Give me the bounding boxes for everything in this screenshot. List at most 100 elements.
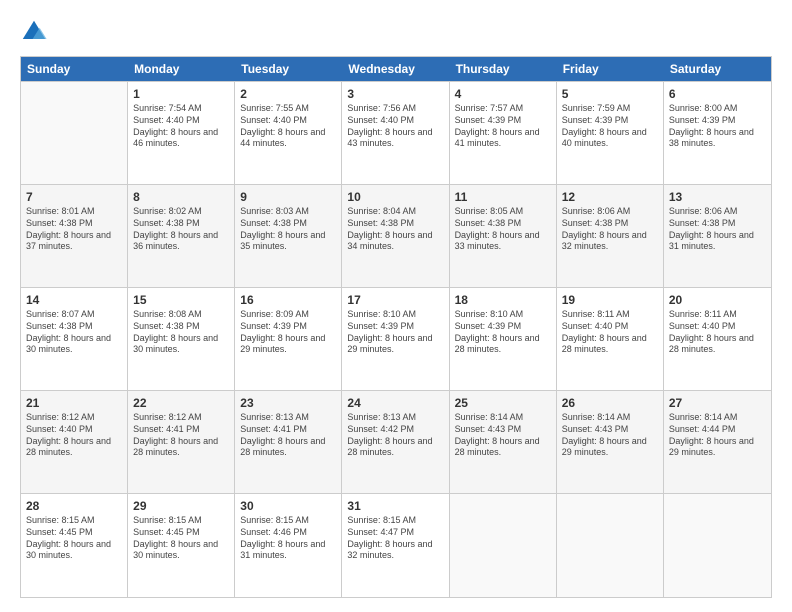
cell-day-number: 9: [240, 189, 336, 205]
calendar-cell-13: 13Sunrise: 8:06 AM Sunset: 4:38 PM Dayli…: [664, 185, 771, 287]
cell-day-number: 28: [26, 498, 122, 514]
cell-day-number: 31: [347, 498, 443, 514]
cell-day-number: 10: [347, 189, 443, 205]
cell-day-number: 21: [26, 395, 122, 411]
cell-day-number: 22: [133, 395, 229, 411]
cell-day-number: 4: [455, 86, 551, 102]
cell-day-number: 12: [562, 189, 658, 205]
cell-day-number: 19: [562, 292, 658, 308]
cell-day-number: 7: [26, 189, 122, 205]
calendar-body: 1Sunrise: 7:54 AM Sunset: 4:40 PM Daylig…: [21, 81, 771, 597]
cell-info: Sunrise: 8:00 AM Sunset: 4:39 PM Dayligh…: [669, 103, 766, 150]
cell-info: Sunrise: 8:12 AM Sunset: 4:41 PM Dayligh…: [133, 412, 229, 459]
cell-info: Sunrise: 8:12 AM Sunset: 4:40 PM Dayligh…: [26, 412, 122, 459]
calendar-cell-6: 6Sunrise: 8:00 AM Sunset: 4:39 PM Daylig…: [664, 82, 771, 184]
calendar-row-4: 28Sunrise: 8:15 AM Sunset: 4:45 PM Dayli…: [21, 494, 771, 597]
cell-day-number: 29: [133, 498, 229, 514]
calendar-cell-30: 30Sunrise: 8:15 AM Sunset: 4:46 PM Dayli…: [235, 494, 342, 597]
calendar-cell-7: 7Sunrise: 8:01 AM Sunset: 4:38 PM Daylig…: [21, 185, 128, 287]
cell-info: Sunrise: 8:07 AM Sunset: 4:38 PM Dayligh…: [26, 309, 122, 356]
calendar-cell-14: 14Sunrise: 8:07 AM Sunset: 4:38 PM Dayli…: [21, 288, 128, 390]
calendar-cell-3: 3Sunrise: 7:56 AM Sunset: 4:40 PM Daylig…: [342, 82, 449, 184]
calendar-cell-5: 5Sunrise: 7:59 AM Sunset: 4:39 PM Daylig…: [557, 82, 664, 184]
calendar-cell-16: 16Sunrise: 8:09 AM Sunset: 4:39 PM Dayli…: [235, 288, 342, 390]
cell-info: Sunrise: 7:57 AM Sunset: 4:39 PM Dayligh…: [455, 103, 551, 150]
cell-day-number: 16: [240, 292, 336, 308]
cell-day-number: 2: [240, 86, 336, 102]
cell-day-number: 15: [133, 292, 229, 308]
calendar-cell-23: 23Sunrise: 8:13 AM Sunset: 4:41 PM Dayli…: [235, 391, 342, 493]
cell-day-number: 13: [669, 189, 766, 205]
cell-info: Sunrise: 8:13 AM Sunset: 4:42 PM Dayligh…: [347, 412, 443, 459]
cell-info: Sunrise: 8:03 AM Sunset: 4:38 PM Dayligh…: [240, 206, 336, 253]
cell-info: Sunrise: 8:08 AM Sunset: 4:38 PM Dayligh…: [133, 309, 229, 356]
calendar-cell-28: 28Sunrise: 8:15 AM Sunset: 4:45 PM Dayli…: [21, 494, 128, 597]
cell-info: Sunrise: 8:11 AM Sunset: 4:40 PM Dayligh…: [562, 309, 658, 356]
cell-day-number: 11: [455, 189, 551, 205]
cell-info: Sunrise: 8:14 AM Sunset: 4:43 PM Dayligh…: [562, 412, 658, 459]
cell-day-number: 30: [240, 498, 336, 514]
cell-info: Sunrise: 8:11 AM Sunset: 4:40 PM Dayligh…: [669, 309, 766, 356]
cell-day-number: 6: [669, 86, 766, 102]
cell-info: Sunrise: 8:10 AM Sunset: 4:39 PM Dayligh…: [347, 309, 443, 356]
cell-day-number: 5: [562, 86, 658, 102]
calendar-cell-21: 21Sunrise: 8:12 AM Sunset: 4:40 PM Dayli…: [21, 391, 128, 493]
cell-info: Sunrise: 8:15 AM Sunset: 4:46 PM Dayligh…: [240, 515, 336, 562]
cell-info: Sunrise: 8:06 AM Sunset: 4:38 PM Dayligh…: [669, 206, 766, 253]
calendar-cell-24: 24Sunrise: 8:13 AM Sunset: 4:42 PM Dayli…: [342, 391, 449, 493]
page: SundayMondayTuesdayWednesdayThursdayFrid…: [0, 0, 792, 612]
cell-info: Sunrise: 8:01 AM Sunset: 4:38 PM Dayligh…: [26, 206, 122, 253]
cell-day-number: 17: [347, 292, 443, 308]
cell-day-number: 1: [133, 86, 229, 102]
cell-info: Sunrise: 8:04 AM Sunset: 4:38 PM Dayligh…: [347, 206, 443, 253]
cell-info: Sunrise: 7:54 AM Sunset: 4:40 PM Dayligh…: [133, 103, 229, 150]
calendar-cell-12: 12Sunrise: 8:06 AM Sunset: 4:38 PM Dayli…: [557, 185, 664, 287]
calendar-cell-17: 17Sunrise: 8:10 AM Sunset: 4:39 PM Dayli…: [342, 288, 449, 390]
cell-day-number: 8: [133, 189, 229, 205]
calendar-cell-22: 22Sunrise: 8:12 AM Sunset: 4:41 PM Dayli…: [128, 391, 235, 493]
calendar-cell-15: 15Sunrise: 8:08 AM Sunset: 4:38 PM Dayli…: [128, 288, 235, 390]
calendar-cell-1: 1Sunrise: 7:54 AM Sunset: 4:40 PM Daylig…: [128, 82, 235, 184]
calendar-cell-2: 2Sunrise: 7:55 AM Sunset: 4:40 PM Daylig…: [235, 82, 342, 184]
cell-day-number: 14: [26, 292, 122, 308]
calendar-cell-empty: [21, 82, 128, 184]
calendar-row-2: 14Sunrise: 8:07 AM Sunset: 4:38 PM Dayli…: [21, 288, 771, 391]
header: [20, 18, 772, 46]
header-day-sunday: Sunday: [21, 57, 128, 81]
header-day-thursday: Thursday: [450, 57, 557, 81]
header-day-friday: Friday: [557, 57, 664, 81]
cell-info: Sunrise: 8:13 AM Sunset: 4:41 PM Dayligh…: [240, 412, 336, 459]
cell-info: Sunrise: 8:15 AM Sunset: 4:47 PM Dayligh…: [347, 515, 443, 562]
cell-info: Sunrise: 8:05 AM Sunset: 4:38 PM Dayligh…: [455, 206, 551, 253]
logo-icon: [20, 18, 48, 46]
header-day-wednesday: Wednesday: [342, 57, 449, 81]
calendar-cell-9: 9Sunrise: 8:03 AM Sunset: 4:38 PM Daylig…: [235, 185, 342, 287]
calendar-cell-27: 27Sunrise: 8:14 AM Sunset: 4:44 PM Dayli…: [664, 391, 771, 493]
cell-day-number: 27: [669, 395, 766, 411]
calendar-cell-19: 19Sunrise: 8:11 AM Sunset: 4:40 PM Dayli…: [557, 288, 664, 390]
header-day-saturday: Saturday: [664, 57, 771, 81]
cell-day-number: 18: [455, 292, 551, 308]
cell-day-number: 20: [669, 292, 766, 308]
cell-info: Sunrise: 8:10 AM Sunset: 4:39 PM Dayligh…: [455, 309, 551, 356]
cell-info: Sunrise: 7:56 AM Sunset: 4:40 PM Dayligh…: [347, 103, 443, 150]
logo: [20, 18, 51, 46]
cell-info: Sunrise: 8:09 AM Sunset: 4:39 PM Dayligh…: [240, 309, 336, 356]
calendar-cell-29: 29Sunrise: 8:15 AM Sunset: 4:45 PM Dayli…: [128, 494, 235, 597]
calendar-cell-26: 26Sunrise: 8:14 AM Sunset: 4:43 PM Dayli…: [557, 391, 664, 493]
calendar-cell-4: 4Sunrise: 7:57 AM Sunset: 4:39 PM Daylig…: [450, 82, 557, 184]
cell-day-number: 26: [562, 395, 658, 411]
cell-info: Sunrise: 8:02 AM Sunset: 4:38 PM Dayligh…: [133, 206, 229, 253]
calendar-cell-empty: [664, 494, 771, 597]
calendar-row-1: 7Sunrise: 8:01 AM Sunset: 4:38 PM Daylig…: [21, 185, 771, 288]
cell-day-number: 23: [240, 395, 336, 411]
calendar-row-0: 1Sunrise: 7:54 AM Sunset: 4:40 PM Daylig…: [21, 82, 771, 185]
header-day-monday: Monday: [128, 57, 235, 81]
calendar-cell-25: 25Sunrise: 8:14 AM Sunset: 4:43 PM Dayli…: [450, 391, 557, 493]
cell-info: Sunrise: 8:06 AM Sunset: 4:38 PM Dayligh…: [562, 206, 658, 253]
cell-info: Sunrise: 8:15 AM Sunset: 4:45 PM Dayligh…: [26, 515, 122, 562]
calendar-cell-8: 8Sunrise: 8:02 AM Sunset: 4:38 PM Daylig…: [128, 185, 235, 287]
calendar-cell-10: 10Sunrise: 8:04 AM Sunset: 4:38 PM Dayli…: [342, 185, 449, 287]
cell-info: Sunrise: 8:15 AM Sunset: 4:45 PM Dayligh…: [133, 515, 229, 562]
calendar-cell-20: 20Sunrise: 8:11 AM Sunset: 4:40 PM Dayli…: [664, 288, 771, 390]
